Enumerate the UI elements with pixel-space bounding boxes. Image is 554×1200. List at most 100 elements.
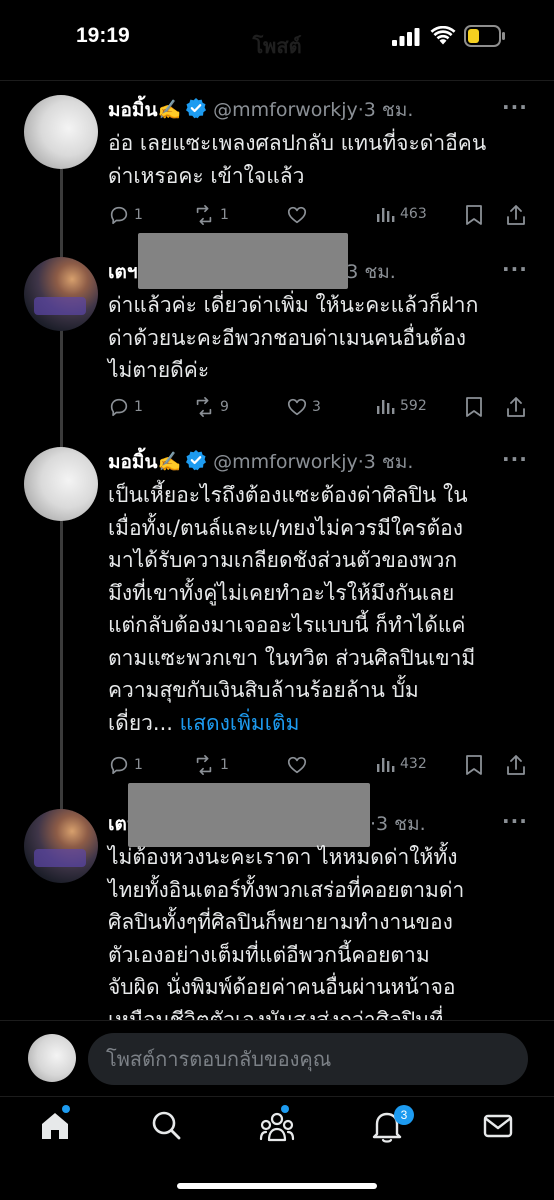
display-name[interactable]: เตฯ [108, 261, 138, 283]
avatar[interactable] [24, 447, 98, 521]
share-icon [507, 397, 525, 417]
display-name[interactable]: มอมิ้น✍️ [108, 99, 181, 121]
tab-home[interactable] [38, 1105, 78, 1149]
thread-connector [60, 313, 63, 451]
bookmark-button[interactable] [464, 204, 484, 226]
views-icon [377, 400, 395, 414]
bookmark-icon [466, 755, 482, 775]
views-button[interactable]: 592 [376, 396, 427, 416]
communities-new-dot [281, 1105, 289, 1113]
reply-thread[interactable]: มอมิ้น✍️ @mmforworkjy·3 ชม. ··· อ่อ เลยแซ… [0, 81, 554, 1020]
heart-icon [287, 206, 307, 224]
retweet-icon [196, 397, 212, 417]
reply-button[interactable]: 1 [108, 396, 143, 418]
thread-connector [60, 503, 63, 813]
reply-count: 1 [134, 207, 143, 223]
timestamp: ·3 ชม. [370, 813, 426, 835]
bookmark-button[interactable] [464, 396, 484, 418]
retweet-count: 1 [220, 207, 229, 223]
heart-icon [287, 756, 307, 774]
reply-icon [110, 756, 128, 775]
heart-icon [287, 398, 307, 416]
views-button[interactable]: 432 [376, 754, 427, 774]
retweet-count: 9 [220, 399, 229, 415]
like-button[interactable] [286, 204, 312, 226]
views-count: 432 [400, 756, 427, 772]
like-button[interactable] [286, 754, 312, 776]
more-options-icon[interactable]: ··· [502, 447, 528, 471]
communities-icon [259, 1112, 295, 1142]
more-options-icon[interactable]: ··· [502, 95, 528, 119]
avatar[interactable] [24, 95, 98, 169]
share-button[interactable] [506, 396, 526, 418]
tweet-text: ไม่ต้องหวงนะคะเราดา ไหหมดด่าให้ทั้ง ไทยท… [108, 845, 465, 1020]
tweet-header: มอมิ้น✍️ @mmforworkjy·3 ชม. [108, 95, 413, 125]
share-icon [507, 755, 525, 775]
reply-button[interactable]: 1 [108, 204, 143, 226]
home-icon [42, 1113, 68, 1139]
handle[interactable]: @mmforworkjy [213, 451, 358, 473]
tweet-text: ด่าแล้วค่ะ เดี่ยวด่าเพิ่ม ให้นะคะแล้วก็ฝ… [108, 293, 479, 382]
retweet-icon [196, 205, 212, 225]
reply-icon [110, 206, 128, 225]
redaction-overlay [128, 783, 370, 847]
signal-icon [392, 28, 420, 46]
bottom-tab-bar: 3 [0, 1096, 554, 1200]
tweet-text: เป็นเหี้ยอะไรถึงต้องแซะต้องด่าศิลปิน ใน … [108, 479, 538, 739]
retweet-button[interactable]: 1 [192, 204, 229, 226]
more-options-icon[interactable]: ··· [502, 257, 528, 281]
reply-count: 1 [134, 757, 143, 773]
reply-button[interactable]: 1 [108, 754, 143, 776]
views-button[interactable]: 463 [376, 204, 427, 224]
timestamp: ·3 ชม. [357, 99, 414, 121]
tweet-header: เตฯ [108, 257, 138, 287]
tweet-text-content: เป็นเหี้ยอะไรถึงต้องแซะต้องด่าศิลปิน ใน … [108, 483, 476, 735]
views-count: 592 [400, 398, 427, 414]
share-button[interactable] [506, 204, 526, 226]
thread-connector [60, 169, 63, 261]
views-icon [377, 758, 395, 772]
battery-icon [464, 25, 505, 47]
views-count: 463 [400, 206, 427, 222]
share-button[interactable] [506, 754, 526, 776]
tab-search[interactable] [150, 1109, 190, 1149]
avatar[interactable] [24, 809, 98, 883]
tab-communities[interactable] [259, 1105, 299, 1149]
avatar[interactable] [24, 257, 98, 331]
retweet-button[interactable]: 9 [192, 396, 229, 418]
own-avatar[interactable] [28, 1034, 76, 1082]
search-icon [152, 1111, 181, 1140]
wifi-icon [430, 26, 456, 45]
reply-count: 1 [134, 399, 143, 415]
verified-badge-icon [186, 450, 207, 471]
tab-messages[interactable] [481, 1109, 521, 1149]
retweet-button[interactable]: 1 [192, 754, 229, 776]
tweet-text: อ่อ เลยแซะเพลงศลปกลับ แทนที่จะด่าอีคน ด่… [108, 131, 487, 188]
retweet-icon [196, 755, 212, 775]
notification-count-badge: 3 [394, 1105, 414, 1125]
reply-composer [0, 1020, 554, 1096]
reply-input[interactable] [88, 1033, 528, 1085]
bookmark-icon [466, 205, 482, 225]
retweet-count: 1 [220, 757, 229, 773]
home-new-dot [62, 1105, 70, 1113]
share-icon [507, 205, 525, 225]
tweet-actions: 1 1 463 [108, 204, 528, 228]
display-name[interactable]: มอมิ้น✍️ [108, 451, 181, 473]
timestamp: ·3 ชม. [357, 451, 414, 473]
redaction-overlay [138, 233, 348, 289]
show-more-link[interactable]: แสดงเพิ่มเติม [180, 711, 300, 735]
verified-badge-icon [186, 98, 207, 119]
tweet-header: มอมิ้น✍️ @mmforworkjy·3 ชม. [108, 447, 413, 477]
reply-icon [110, 398, 128, 417]
more-options-icon[interactable]: ··· [502, 809, 528, 833]
bookmark-button[interactable] [464, 754, 484, 776]
tweet-actions: 1 1 432 [108, 754, 528, 778]
like-count: 3 [312, 399, 321, 415]
like-button[interactable]: 3 [286, 396, 321, 418]
views-icon [377, 208, 395, 222]
handle[interactable]: @mmforworkjy [213, 99, 358, 121]
tweet-actions: 1 9 3 592 [108, 396, 528, 420]
bookmark-icon [466, 397, 482, 417]
tweet-timestamp-wrap: ·3 ชม. [370, 809, 426, 839]
